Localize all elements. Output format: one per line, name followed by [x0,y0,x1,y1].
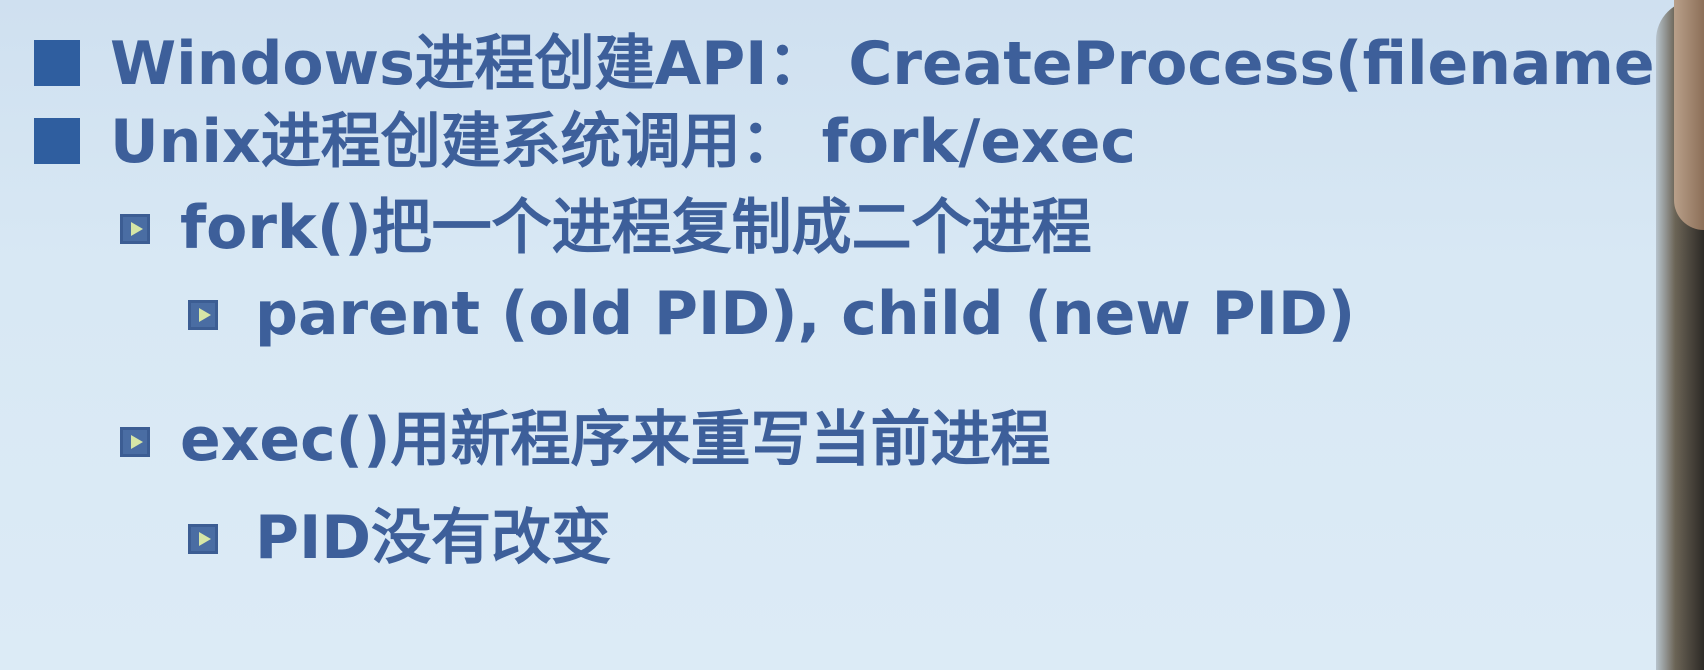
bullet-fork: fork()把一个进程复制成二个进程 [180,193,1092,263]
bullet-exec: exec()用新程序来重写当前进程 [180,405,1051,475]
bullet-windows-createprocess: Windows进程创建API： CreateProcess(filename) [110,29,1683,99]
bullet-triangle-icon [188,524,218,554]
bullet-triangle-icon [120,427,150,457]
bullet-parent-child: parent (old PID), child (new PID) [255,279,1356,349]
bullet-square-icon [34,118,80,164]
bullet-unix-fork-exec: Unix进程创建系统调用： fork/exec [110,107,1136,177]
bullet-pid-unchanged: PID没有改变 [255,503,612,573]
bullet-triangle-icon [188,300,218,330]
bullet-triangle-icon [120,214,150,244]
slide: Windows进程创建API： CreateProcess(filename) … [0,0,1704,670]
presenter-face [1674,0,1704,230]
bullet-square-icon [34,40,80,86]
